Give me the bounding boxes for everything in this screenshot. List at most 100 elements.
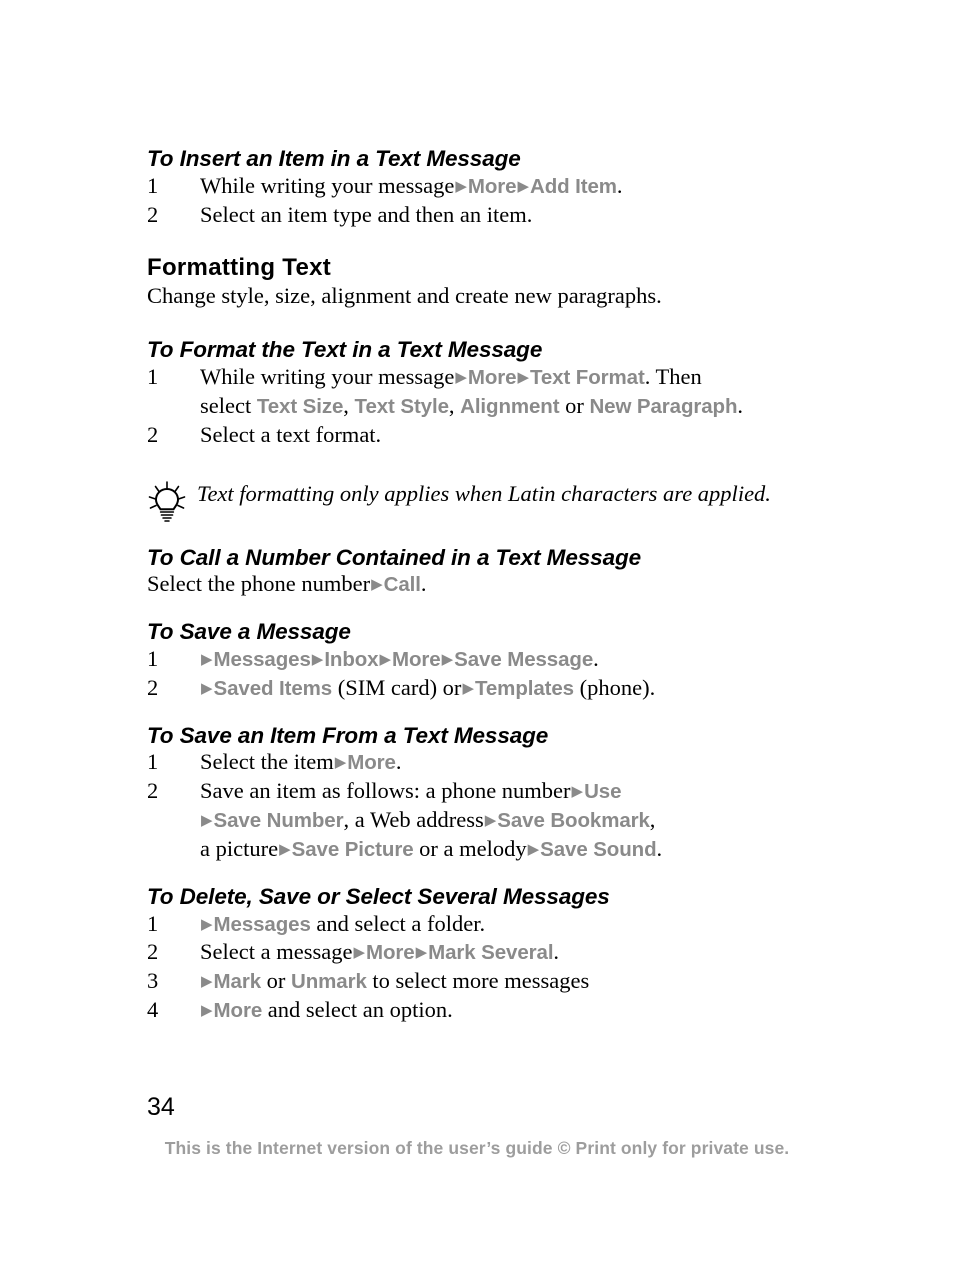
triangle-right-icon: ▶: [379, 649, 392, 668]
step-text: and select an option.: [267, 997, 453, 1023]
triangle-right-icon: ▶: [201, 811, 213, 830]
ui-term-alignment[interactable]: Alignment: [460, 395, 559, 418]
step-continuation: a picture▶Save Picture or a melody▶Save …: [200, 835, 837, 864]
step-item: 1 ▶Messages and select a folder.: [147, 910, 837, 939]
ui-term-more[interactable]: More: [392, 648, 441, 671]
section-format-text: To Format the Text in a Text Message 1 Wh…: [147, 337, 837, 449]
ui-term-more[interactable]: More: [347, 751, 396, 774]
step-number: 2: [147, 201, 159, 227]
triangle-right-icon: ▶: [279, 839, 291, 858]
tip-text: Text formatting only applies when Latin …: [197, 481, 771, 507]
instruction-punctuation: .: [420, 571, 427, 597]
step-punctuation: .: [593, 645, 599, 671]
steps-save-item: 1 Select the item ▶ More. 2 Save an item as …: [147, 748, 837, 864]
section-save-item: To Save an Item From a Text Message 1 Sel…: [147, 723, 837, 864]
heading-format-text: To Format the Text in a Text Message: [147, 337, 543, 363]
step-text: While writing your message: [200, 172, 455, 198]
triangle-right-icon: ▶: [353, 943, 365, 962]
step-punctuation: .: [395, 749, 402, 775]
step-number: 3: [147, 968, 159, 994]
ui-term-inbox[interactable]: Inbox: [324, 648, 378, 671]
step-text: or a melody: [419, 835, 527, 861]
step-text: Select the item: [200, 749, 334, 775]
step-punctuation: .: [616, 172, 623, 198]
step-number: 1: [147, 172, 159, 198]
triangle-right-icon: ▶: [201, 649, 213, 668]
ui-term-text-size[interactable]: Text Size: [257, 395, 344, 418]
ui-term-mark-several[interactable]: Mark Several: [428, 941, 553, 964]
ui-term-new-paragraph[interactable]: New Paragraph: [589, 395, 737, 418]
ui-term-more[interactable]: More: [468, 366, 517, 389]
triangle-right-icon: ▶: [201, 914, 213, 933]
ui-term-more[interactable]: More: [468, 175, 517, 198]
step-number: 2: [147, 778, 159, 804]
heading-call-number: To Call a Number Contained in a Text Mes…: [147, 544, 642, 570]
triangle-right-icon: ▶: [415, 943, 428, 962]
ui-term-save-message[interactable]: Save Message: [454, 648, 593, 671]
steps-insert-item: 1 While writing your message▶More▶Add Ite…: [147, 172, 837, 230]
step-text: Select a text format.: [200, 421, 382, 447]
step-number: 1: [147, 749, 159, 775]
ui-term-more[interactable]: More: [366, 941, 415, 964]
step-item: 3 ▶Mark or Unmark to select more messages: [147, 967, 837, 996]
step-text: select: [200, 392, 252, 418]
step-continuation: ▶Save Number, a Web address▶Save Bookmar…: [200, 806, 837, 835]
step-text: or: [565, 392, 584, 418]
ui-term-call[interactable]: Call: [384, 573, 421, 596]
step-item: 2 ▶Saved Items (SIM card) or▶Templates (p…: [147, 674, 837, 703]
triangle-right-icon: ▶: [484, 811, 497, 830]
ui-term-use[interactable]: Use: [584, 780, 621, 803]
step-text: , a Web address: [343, 807, 484, 833]
ui-term-text-style[interactable]: Text Style: [355, 395, 449, 418]
step-item: 2 Select a message▶More▶Mark Several.: [147, 938, 837, 967]
page-number: 34: [147, 1093, 175, 1121]
step-text-cont: . Then: [644, 363, 702, 389]
ui-term-saved-items[interactable]: Saved Items: [214, 677, 333, 700]
ui-term-mark[interactable]: Mark: [214, 970, 262, 993]
ui-term-more[interactable]: More: [214, 999, 263, 1022]
section-insert-item: To Insert an Item in a Text Message 1 Whi…: [147, 146, 837, 229]
ui-term-unmark[interactable]: Unmark: [291, 970, 367, 993]
triangle-right-icon: ▶: [527, 839, 540, 858]
step-number: 1: [147, 645, 159, 671]
triangle-right-icon: ▶: [462, 678, 474, 697]
step-text: and select a folder.: [316, 910, 486, 936]
triangle-right-icon: ▶: [311, 649, 324, 668]
heading-save-item: To Save an Item From a Text Message: [147, 722, 549, 748]
step-item: 1 ▶Messages▶Inbox▶More▶Save Message.: [147, 645, 837, 674]
ui-term-save-picture[interactable]: Save Picture: [292, 838, 414, 861]
step-item: 1 While writing your message▶More▶Add Ite…: [147, 172, 837, 201]
step-punctuation: ,: [649, 807, 656, 833]
ui-term-save-sound[interactable]: Save Sound: [540, 838, 656, 861]
triangle-right-icon: ▶: [455, 176, 467, 195]
ui-term-save-bookmark[interactable]: Save Bookmark: [497, 809, 650, 832]
heading-formatting-text: Formatting Text: [147, 254, 332, 282]
tip-note: Text formatting only applies when Latin …: [147, 479, 837, 523]
ui-term-add-item[interactable]: Add Item: [530, 175, 617, 198]
ui-term-templates[interactable]: Templates: [475, 677, 574, 700]
ui-term-messages[interactable]: Messages: [214, 913, 311, 936]
step-number: 4: [147, 997, 159, 1023]
step-number: 2: [147, 674, 159, 700]
instruction-text: Select the phone number: [147, 571, 371, 597]
step-text: to select more messages: [372, 968, 590, 994]
step-item: 1 While writing your message▶More▶Text Fo…: [147, 363, 837, 421]
ui-term-text-format[interactable]: Text Format: [530, 366, 645, 389]
triangle-right-icon: ▶: [517, 176, 529, 195]
ui-term-save-number[interactable]: Save Number: [214, 809, 344, 832]
section-call-number: To Call a Number Contained in a Text Mes…: [147, 545, 837, 599]
steps-format-text: 1 While writing your message▶More▶Text Fo…: [147, 363, 837, 450]
triangle-right-icon: ▶: [455, 367, 467, 386]
triangle-right-icon: ▶: [371, 575, 383, 594]
heading-insert-item: To Insert an Item in a Text Message: [147, 146, 521, 171]
step-item: 2 Save an item as follows: a phone number…: [147, 777, 837, 864]
step-punctuation: .: [553, 939, 560, 965]
section-save-message: To Save a Message 1 ▶Messages▶Inbox▶More▶…: [147, 619, 837, 702]
step-item: 2 Select a text format.: [147, 421, 837, 450]
step-item: 2 Select an item type and then an item.: [147, 201, 837, 230]
ui-term-messages[interactable]: Messages: [214, 648, 311, 671]
